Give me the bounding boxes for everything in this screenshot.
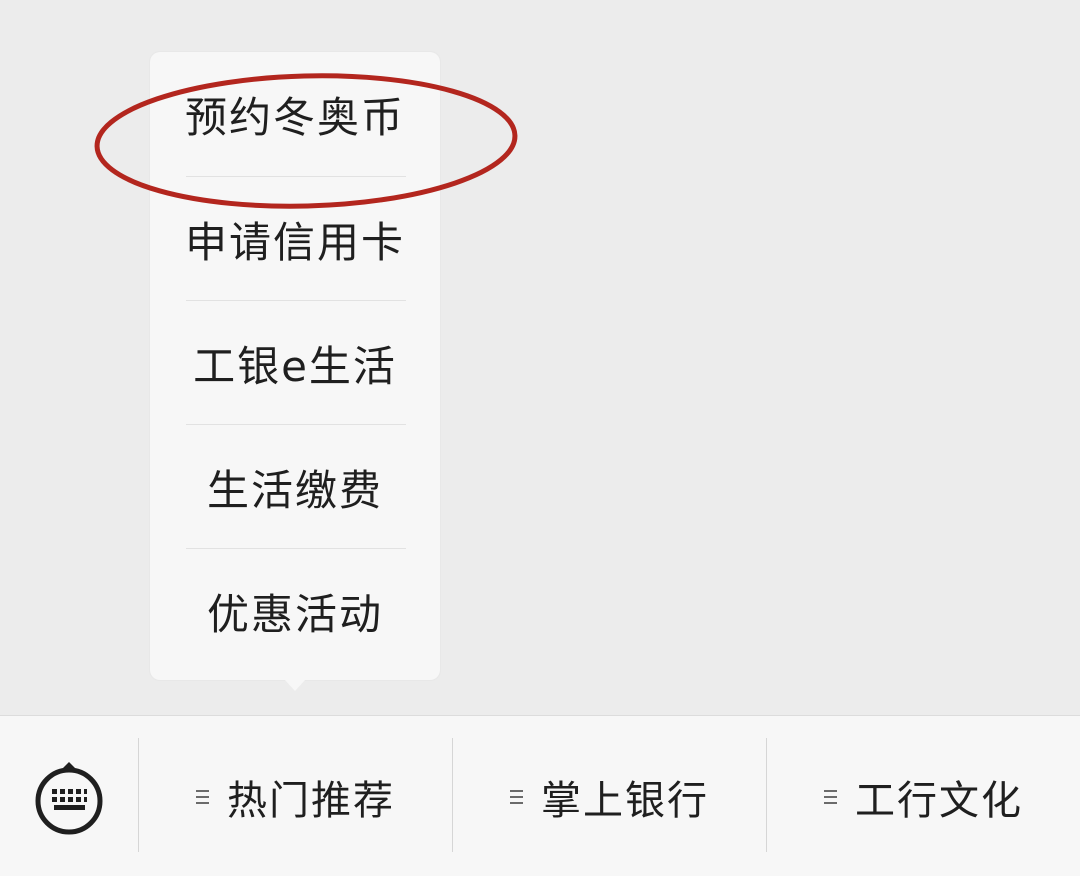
tab-icbc-culture[interactable]: 工行文化 bbox=[767, 716, 1080, 876]
chat-screen: 预约冬奥币 申请信用卡 工银e生活 生活缴费 优惠活动 热门推荐 掌上银行 工行… bbox=[0, 0, 1080, 876]
tab-label: 掌上银行 bbox=[541, 777, 709, 824]
menu-item-label: 申请信用卡 bbox=[184, 217, 405, 267]
menu-item-label: 生活缴费 bbox=[206, 465, 383, 515]
keyboard-toggle-button[interactable] bbox=[0, 716, 138, 876]
bottom-menu-bar: 热门推荐 掌上银行 工行文化 bbox=[0, 715, 1080, 876]
menu-item-winter-olympic-coin[interactable]: 预约冬奥币 bbox=[150, 52, 440, 176]
menu-lines-icon bbox=[824, 789, 837, 804]
tab-label: 热门推荐 bbox=[227, 777, 395, 824]
menu-lines-icon bbox=[510, 789, 523, 804]
tab-label: 工行文化 bbox=[855, 777, 1023, 824]
keyboard-icon bbox=[35, 761, 103, 834]
menu-item-label: 工银e生活 bbox=[193, 341, 397, 391]
submenu-popup: 预约冬奥币 申请信用卡 工银e生活 生活缴费 优惠活动 bbox=[150, 52, 440, 680]
tab-hot-recommendations[interactable]: 热门推荐 bbox=[139, 716, 452, 876]
menu-item-label: 优惠活动 bbox=[206, 589, 383, 639]
tab-mobile-banking[interactable]: 掌上银行 bbox=[453, 716, 766, 876]
popup-arrow bbox=[284, 679, 306, 691]
menu-item-promotions[interactable]: 优惠活动 bbox=[150, 549, 440, 673]
menu-item-credit-card[interactable]: 申请信用卡 bbox=[150, 177, 440, 301]
menu-item-label: 预约冬奥币 bbox=[184, 92, 405, 142]
menu-item-bill-payment[interactable]: 生活缴费 bbox=[150, 425, 440, 549]
menu-item-e-life[interactable]: 工银e生活 bbox=[150, 301, 440, 425]
menu-lines-icon bbox=[196, 789, 209, 804]
